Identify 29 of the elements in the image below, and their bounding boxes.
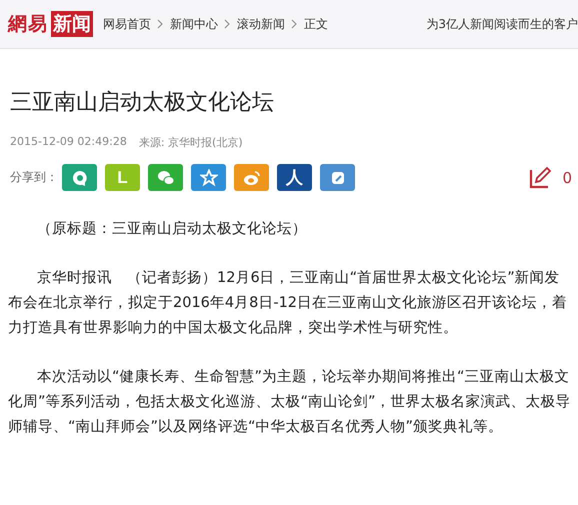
article-paragraph: （原标题：三亚南山启动太极文化论坛） — [36, 220, 308, 239]
breadcrumb-link[interactable]: 滚动新闻 — [237, 16, 285, 32]
article-source: 来源: 京华时报(北京) — [138, 135, 243, 150]
article-paragraph: 本次活动以“健康长寿、生命智慧”为主题，论坛举办期间将推出“三亚南山太极文化周”等系列活动，包括太极文化巡游、太极“南山论剑”，世界太极名家演武、太极导师辅导、“南山拜师会”以及网络评选“中华太极百名优秀人物”颁奖典礼等。 — [8, 368, 572, 437]
share-button[interactable] — [320, 164, 355, 191]
edit-icon[interactable] — [528, 166, 552, 190]
share-button[interactable] — [62, 164, 97, 191]
share-label: 分享到： — [10, 169, 58, 186]
breadcrumb-link[interactable]: 正文 — [304, 16, 328, 32]
comment-count[interactable]: 0 — [562, 168, 572, 186]
logo-text[interactable]: 網易 — [8, 11, 48, 37]
speech-bubble-icon — [70, 168, 88, 186]
chevron-icon — [157, 19, 164, 29]
article-title: 三亚南山启动太极文化论坛 — [10, 89, 275, 117]
star-icon — [200, 168, 218, 186]
share-button[interactable] — [191, 164, 226, 191]
chat-icon — [156, 168, 174, 186]
article-paragraph: 京华时报讯 （记者彭扬）12月6日，三亚南山“首届世界太极文化论坛”新闻发布会在北京举行，拟定于2016年4月8日-12日在三亚南山文化旅游区召开该论坛，着力打造具有世界影响力的中国太极文化品牌，突出学术性与研究性。 — [8, 268, 568, 338]
publish-date: 2015-12-09 02:49:28 — [10, 135, 127, 150]
share-button[interactable] — [148, 164, 183, 191]
logo-badge[interactable]: 新闻 — [51, 11, 93, 37]
breadcrumb-link[interactable]: 网易首页 — [103, 16, 151, 32]
eye-icon — [242, 168, 260, 186]
chevron-icon — [224, 19, 231, 29]
slogan-link[interactable]: 为3亿人新闻阅读而生的客户 — [406, 16, 578, 32]
share-button[interactable] — [234, 164, 269, 191]
share-button[interactable]: 人 — [277, 164, 312, 191]
breadcrumb-link[interactable]: 新闻中心 — [170, 16, 218, 32]
chevron-icon — [291, 19, 298, 29]
